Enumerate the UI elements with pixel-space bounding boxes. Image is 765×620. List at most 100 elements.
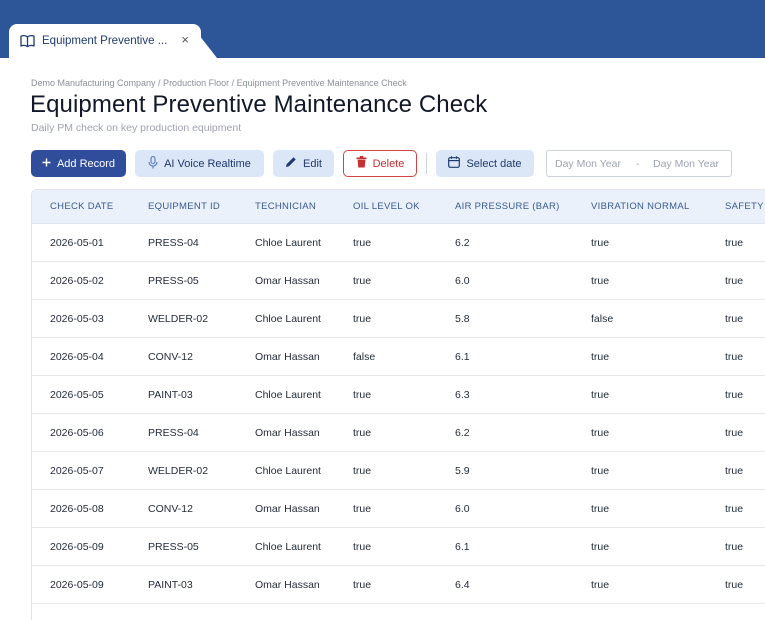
column-header-safety[interactable]: SAFETY	[725, 190, 764, 224]
air-pressure-cell: 6.3	[455, 389, 470, 401]
date-range-picker[interactable]: Day Mon Year - Day Mon Year	[546, 150, 732, 177]
check-date-cell: 2026-05-09	[50, 541, 104, 553]
safety-cell: true	[725, 351, 744, 363]
pencil-icon	[285, 156, 297, 171]
vibration-cell: true	[591, 465, 610, 477]
vibration-cell: true	[591, 351, 610, 363]
safety-cell: true	[725, 465, 744, 477]
ai-voice-button[interactable]: AI Voice Realtime	[135, 150, 264, 177]
equipment-id-cell: PRESS-05	[148, 541, 199, 553]
vibration-cell: true	[591, 427, 610, 439]
column-header-equipment-id[interactable]: EQUIPMENT ID	[148, 190, 220, 224]
technician-cell: Chloe Laurent	[255, 237, 321, 249]
edit-button[interactable]: Edit	[273, 150, 334, 177]
vibration-cell: false	[591, 313, 614, 325]
air-pressure-cell: 6.2	[455, 237, 470, 249]
oil-level-cell: true	[353, 427, 372, 439]
air-pressure-cell: 6.0	[455, 275, 470, 287]
technician-cell: Omar Hassan	[255, 427, 320, 439]
safety-cell: true	[725, 313, 744, 325]
oil-level-cell: true	[353, 465, 372, 477]
column-header-technician[interactable]: TECHNICIAN	[255, 190, 316, 224]
check-date-cell: 2026-05-04	[50, 351, 104, 363]
technician-cell: Chloe Laurent	[255, 389, 321, 401]
add-record-label: Add Record	[56, 157, 116, 170]
check-date-cell: 2026-05-07	[50, 465, 104, 477]
equipment-id-cell: PAINT-03	[148, 389, 193, 401]
safety-cell: true	[725, 503, 744, 515]
equipment-id-cell: WELDER-02	[148, 313, 209, 325]
ai-voice-label: AI Voice Realtime	[164, 157, 251, 170]
technician-cell: Chloe Laurent	[255, 313, 321, 325]
table-row[interactable]: 2026-05-02 PRESS-05 Omar Hassan true 6.0 true…	[32, 262, 765, 300]
equipment-id-cell: PRESS-05	[148, 275, 199, 287]
air-pressure-cell: 6.4	[455, 579, 470, 591]
add-record-button[interactable]: Add Record	[31, 150, 126, 177]
vibration-cell: true	[591, 503, 610, 515]
tab-equipment-pm[interactable]: Equipment Preventive ... ×	[9, 24, 201, 58]
oil-level-cell: true	[353, 313, 372, 325]
column-header-check-date[interactable]: CHECK DATE	[50, 190, 114, 224]
equipment-id-cell: CONV-12	[148, 351, 193, 363]
delete-label: Delete	[372, 157, 405, 170]
microphone-icon	[148, 155, 158, 172]
column-header-vibration-normal[interactable]: VIBRATION NORMAL	[591, 190, 690, 224]
technician-cell: Chloe Laurent	[255, 465, 321, 477]
check-date-cell: 2026-05-08	[50, 503, 104, 515]
safety-cell: true	[725, 541, 744, 553]
date-range-separator: -	[636, 157, 640, 170]
safety-cell: true	[725, 389, 744, 401]
safety-cell: true	[725, 427, 744, 439]
table-header: CHECK DATE EQUIPMENT ID TECHNICIAN OIL L…	[32, 190, 765, 224]
technician-cell: Omar Hassan	[255, 579, 320, 591]
technician-cell: Omar Hassan	[255, 275, 320, 287]
check-date-cell: 2026-05-05	[50, 389, 104, 401]
oil-level-cell: true	[353, 237, 372, 249]
equipment-id-cell: PAINT-03	[148, 579, 193, 591]
select-date-button[interactable]: Select date	[436, 150, 534, 177]
technician-cell: Chloe Laurent	[255, 541, 321, 553]
table-row[interactable]: 2026-05-09 PRESS-05 Chloe Laurent true 6.1 tr…	[32, 528, 765, 566]
table-row[interactable]: 2026-05-06 PRESS-04 Omar Hassan true 6.2 true…	[32, 414, 765, 452]
safety-cell: true	[725, 275, 744, 287]
column-header-air-pressure[interactable]: AIR PRESSURE (BAR)	[455, 190, 560, 224]
air-pressure-cell: 6.1	[455, 541, 470, 553]
safety-cell: true	[725, 237, 744, 249]
vibration-cell: true	[591, 389, 610, 401]
safety-cell: true	[725, 579, 744, 591]
vibration-cell: true	[591, 275, 610, 287]
edit-label: Edit	[303, 157, 322, 170]
column-header-oil-level-ok[interactable]: OIL LEVEL OK	[353, 190, 420, 224]
table-row[interactable]: 2026-05-03 WELDER-02 Chloe Laurent true 5.8 f…	[32, 300, 765, 338]
plus-icon	[42, 158, 51, 170]
main-content: Demo Manufacturing Company / Production …	[0, 58, 765, 620]
page-subtitle: Daily PM check on key production equipme…	[31, 122, 242, 134]
oil-level-cell: true	[353, 389, 372, 401]
table-row[interactable]: 2026-05-05 PAINT-03 Chloe Laurent true 6.3 tr…	[32, 376, 765, 414]
date-start-input[interactable]: Day Mon Year	[555, 158, 621, 170]
vibration-cell: true	[591, 541, 610, 553]
table-row[interactable]: 2026-05-01 PRESS-04 Chloe Laurent true 6.2 tr…	[32, 224, 765, 262]
delete-button[interactable]: Delete	[343, 150, 417, 177]
calendar-icon	[448, 156, 461, 171]
equipment-id-cell: PRESS-04	[148, 237, 199, 249]
select-date-label: Select date	[466, 157, 522, 170]
air-pressure-cell: 6.0	[455, 503, 470, 515]
table-row[interactable]: 2026-05-04 CONV-12 Omar Hassan false 6.1 true…	[32, 338, 765, 376]
check-date-cell: 2026-05-06	[50, 427, 104, 439]
close-icon[interactable]: ×	[181, 33, 189, 47]
table-row[interactable]: 2026-05-09 PAINT-03 Omar Hassan true 6.4 true…	[32, 566, 765, 604]
records-table: CHECK DATE EQUIPMENT ID TECHNICIAN OIL L…	[31, 189, 765, 620]
oil-level-cell: true	[353, 275, 372, 287]
check-date-cell: 2026-05-02	[50, 275, 104, 287]
equipment-id-cell: WELDER-02	[148, 465, 209, 477]
table-row[interactable]: 2026-05-07 WELDER-02 Chloe Laurent true 5.9 t…	[32, 452, 765, 490]
toolbar-divider	[426, 153, 427, 174]
breadcrumb: Demo Manufacturing Company / Production …	[31, 78, 407, 88]
date-end-input[interactable]: Day Mon Year	[653, 158, 719, 170]
air-pressure-cell: 5.9	[455, 465, 470, 477]
vibration-cell: true	[591, 237, 610, 249]
check-date-cell: 2026-05-01	[50, 237, 104, 249]
technician-cell: Omar Hassan	[255, 351, 320, 363]
table-row[interactable]: 2026-05-08 CONV-12 Omar Hassan true 6.0 true t…	[32, 490, 765, 528]
